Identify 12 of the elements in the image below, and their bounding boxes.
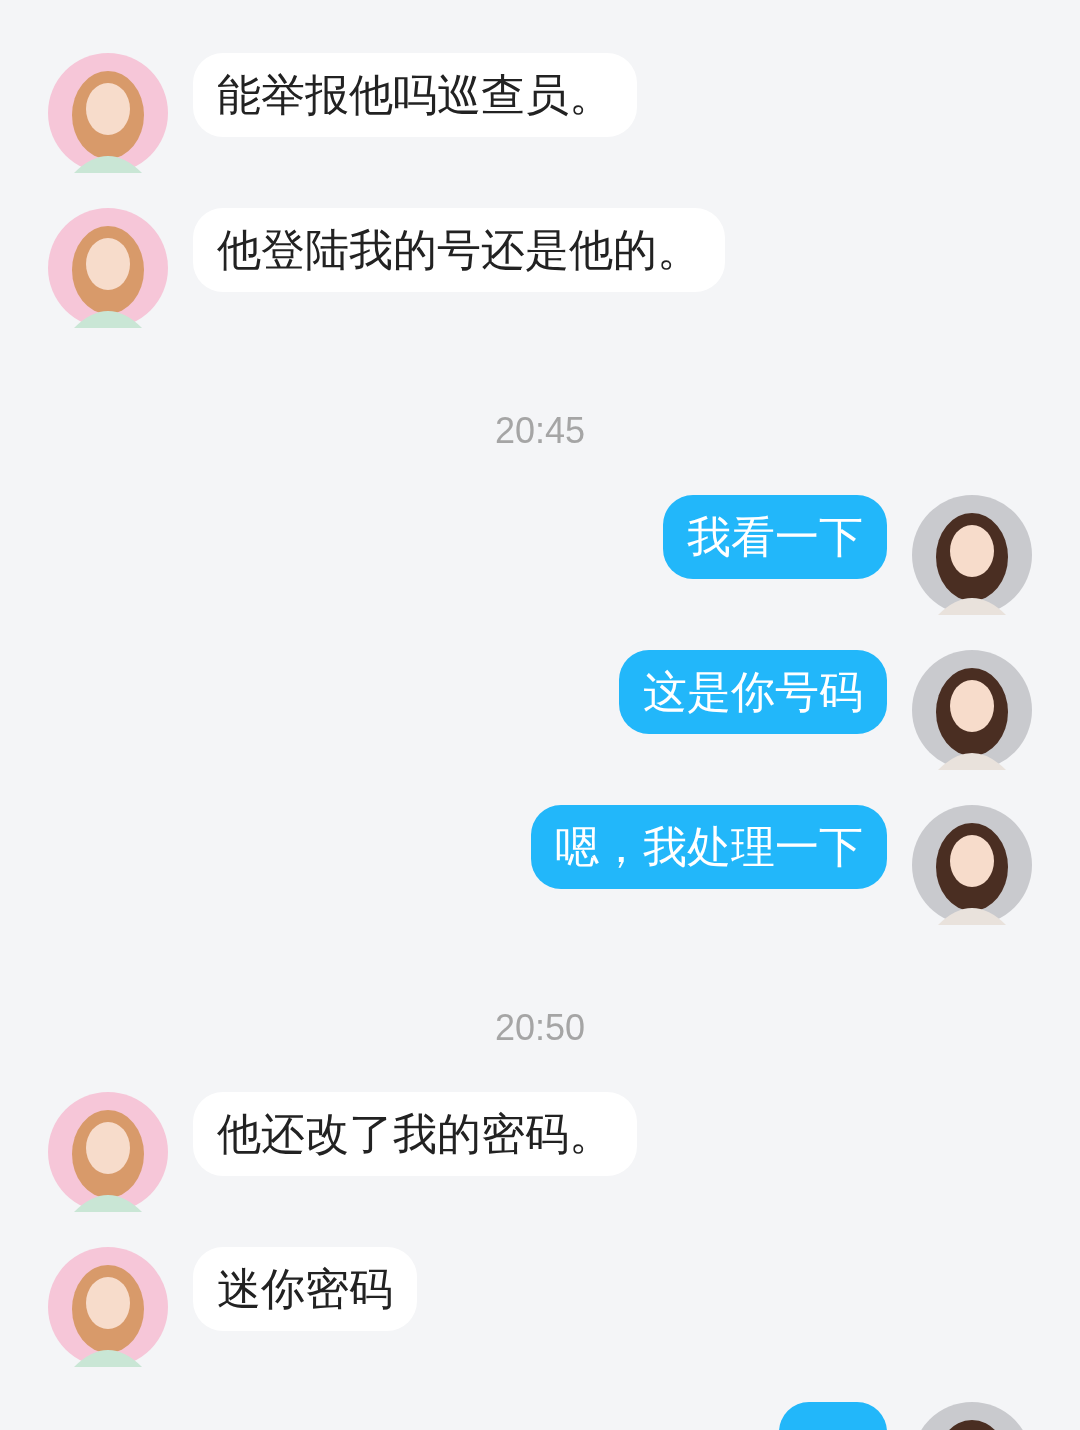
message-bubble: 嗯，我处理一下 <box>531 805 887 889</box>
avatar[interactable] <box>912 650 1032 770</box>
timestamp: 20:45 <box>494 409 586 453</box>
message-bubble: 他还改了我的密码。 <box>193 1092 637 1176</box>
avatar[interactable] <box>912 805 1032 925</box>
timestamp: 20:50 <box>494 1006 586 1050</box>
avatar[interactable] <box>912 495 1032 615</box>
message-bubble: 他登陆我的号还是他的。 <box>193 208 725 292</box>
message-bubble: 我看一下 <box>663 495 887 579</box>
message-bubble: 能举报他吗巡查员。 <box>193 53 637 137</box>
message-bubble: 这是你号码 <box>619 650 887 734</box>
message-bubble: 迷你密码 <box>193 1247 417 1331</box>
